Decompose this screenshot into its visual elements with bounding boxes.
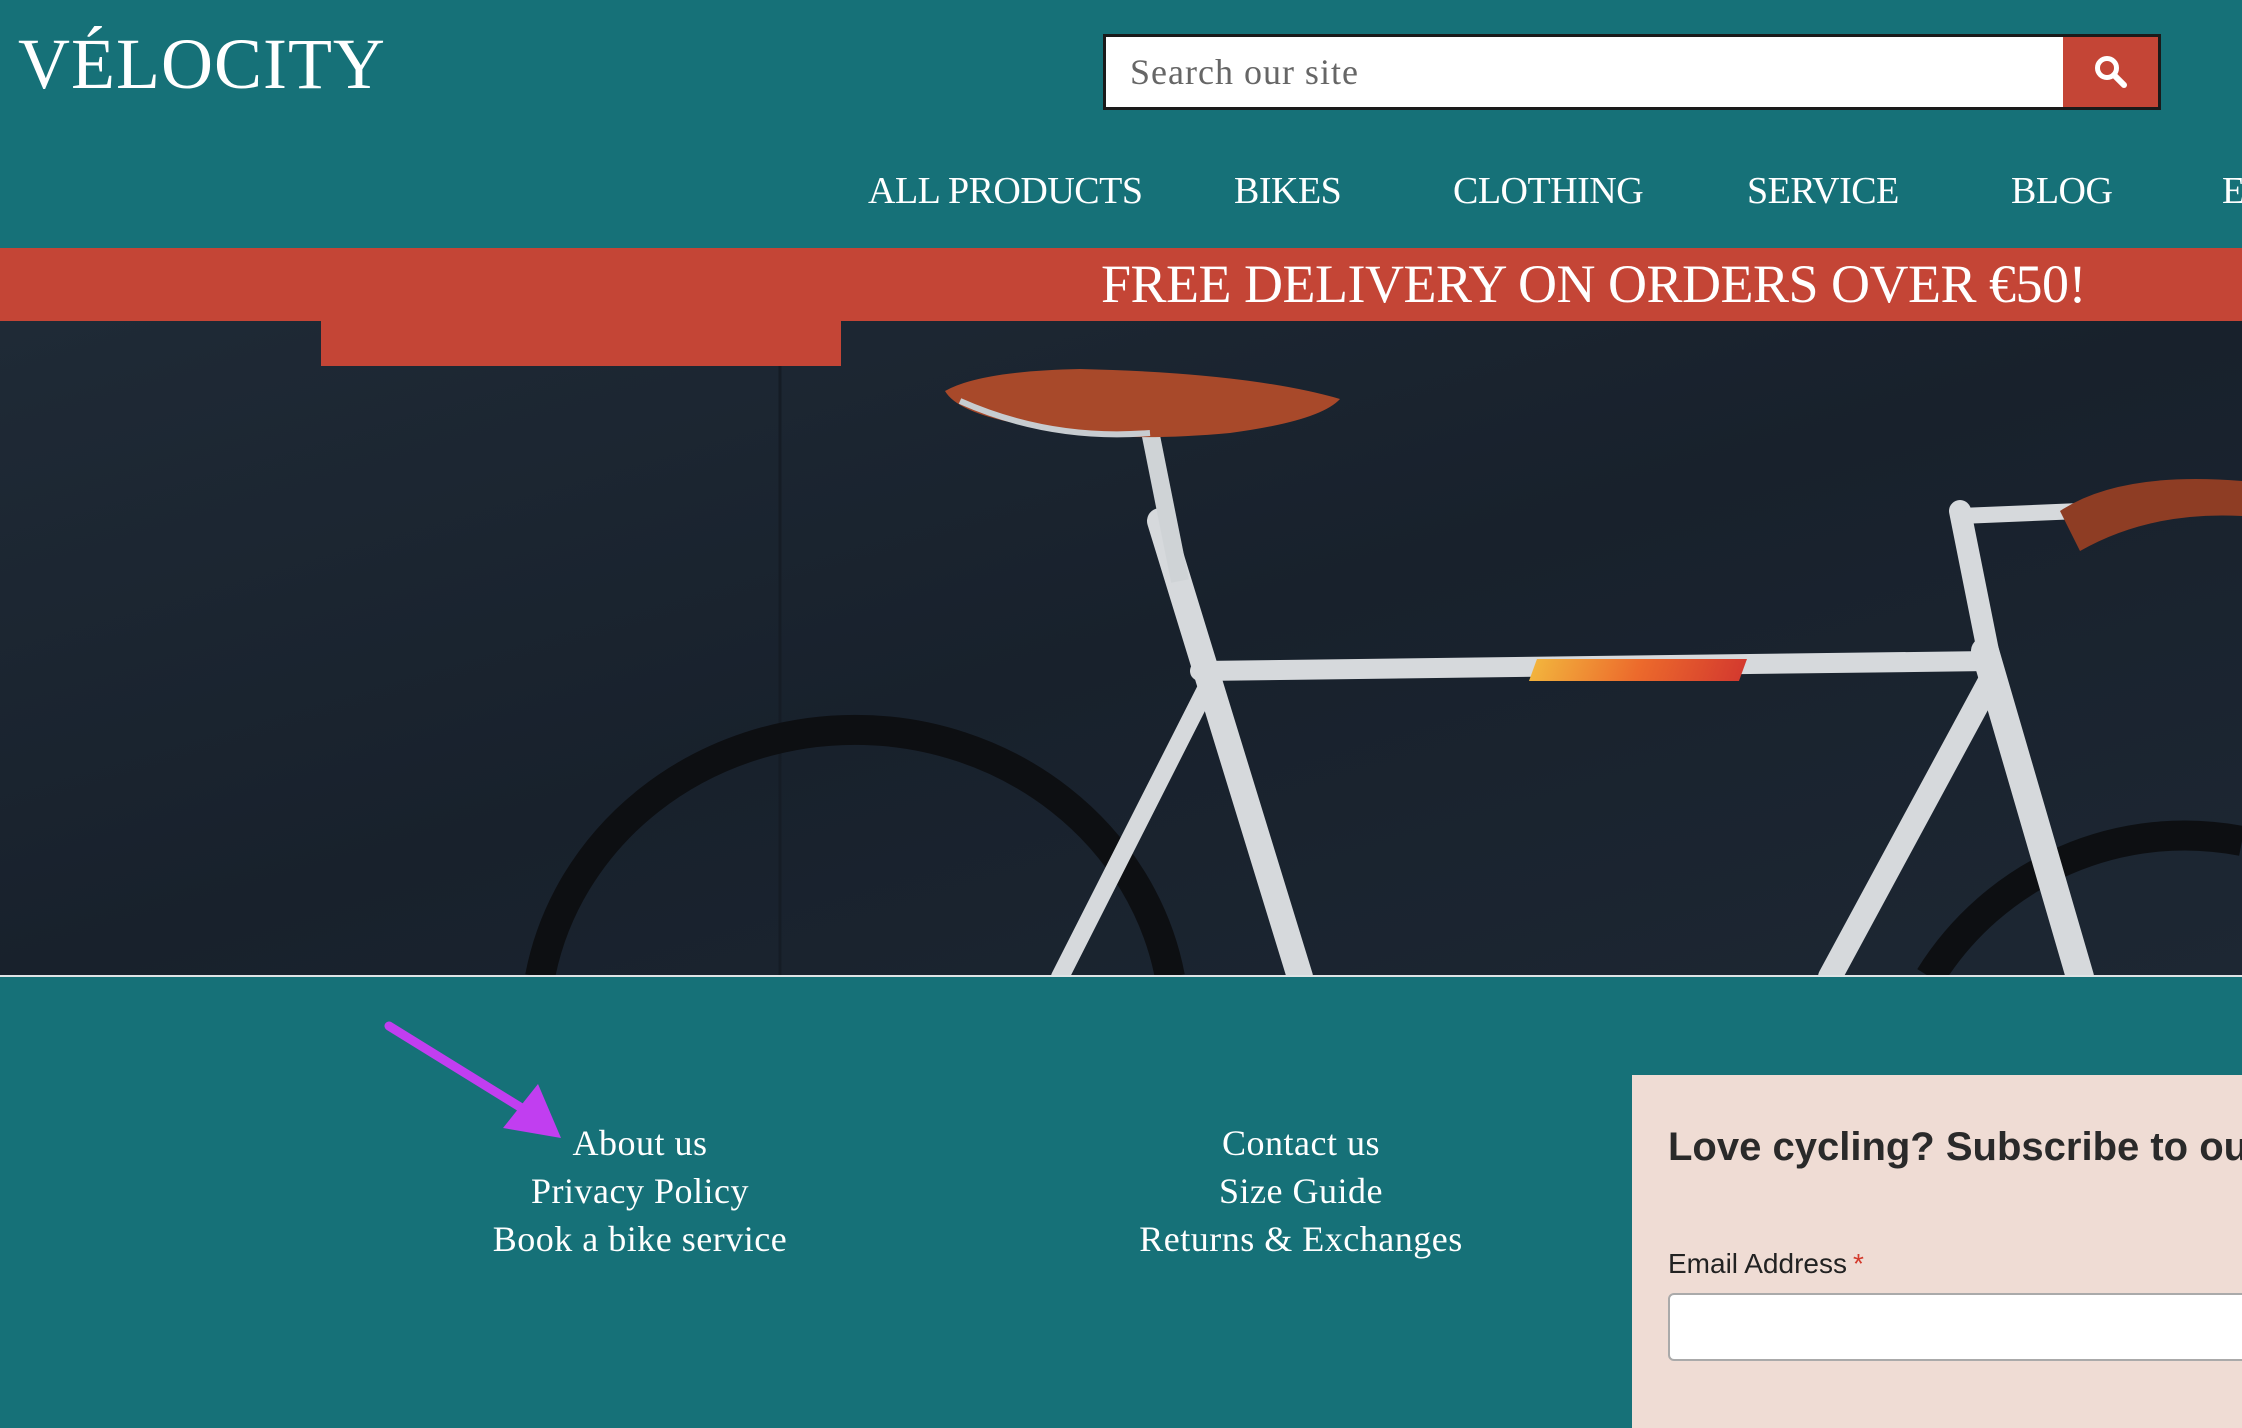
site-header: VÉLOCITY ALL PRODUCTS BIKES CLOTHING SER…: [0, 0, 2242, 248]
footer-column-2: Contact us Size Guide Returns & Exchange…: [1139, 1119, 1462, 1263]
required-marker: *: [1852, 1248, 1864, 1279]
footer-link-privacy-policy[interactable]: Privacy Policy: [493, 1167, 787, 1215]
hero-image: [0, 321, 2242, 977]
nav-service[interactable]: SERVICE: [1747, 166, 1899, 216]
footer-link-contact-us[interactable]: Contact us: [1139, 1119, 1462, 1167]
promo-banner: FREE DELIVERY ON ORDERS OVER €50!: [0, 248, 2242, 321]
footer-link-size-guide[interactable]: Size Guide: [1139, 1167, 1462, 1215]
banner-tab: [321, 321, 841, 366]
newsletter-title: Love cycling? Subscribe to our: [1668, 1125, 2242, 1169]
nav-truncated-item[interactable]: E: [2222, 166, 2242, 216]
email-label-text: Email Address: [1668, 1248, 1847, 1279]
bicycle-illustration: [0, 321, 2242, 975]
search-bar: [1103, 34, 2161, 110]
email-label: Email Address *: [1668, 1248, 1864, 1280]
email-input[interactable]: [1668, 1293, 2242, 1361]
site-logo[interactable]: VÉLOCITY: [18, 28, 386, 100]
footer-link-returns[interactable]: Returns & Exchanges: [1139, 1215, 1462, 1263]
main-nav: ALL PRODUCTS BIKES CLOTHING SERVICE BLOG…: [0, 166, 2242, 216]
footer-link-book-service[interactable]: Book a bike service: [493, 1215, 787, 1263]
newsletter-panel: Love cycling? Subscribe to our Email Add…: [1632, 1075, 2242, 1428]
search-input[interactable]: [1103, 34, 2063, 110]
nav-clothing[interactable]: CLOTHING: [1453, 166, 1644, 216]
nav-bikes[interactable]: BIKES: [1234, 166, 1342, 216]
nav-blog[interactable]: BLOG: [2011, 166, 2113, 216]
search-icon: [2094, 56, 2127, 88]
nav-all-products[interactable]: ALL PRODUCTS: [868, 166, 1143, 216]
search-button[interactable]: [2063, 34, 2161, 110]
arrow-annotation-icon: [384, 1021, 561, 1138]
promo-banner-text: FREE DELIVERY ON ORDERS OVER €50!: [1100, 254, 2087, 314]
